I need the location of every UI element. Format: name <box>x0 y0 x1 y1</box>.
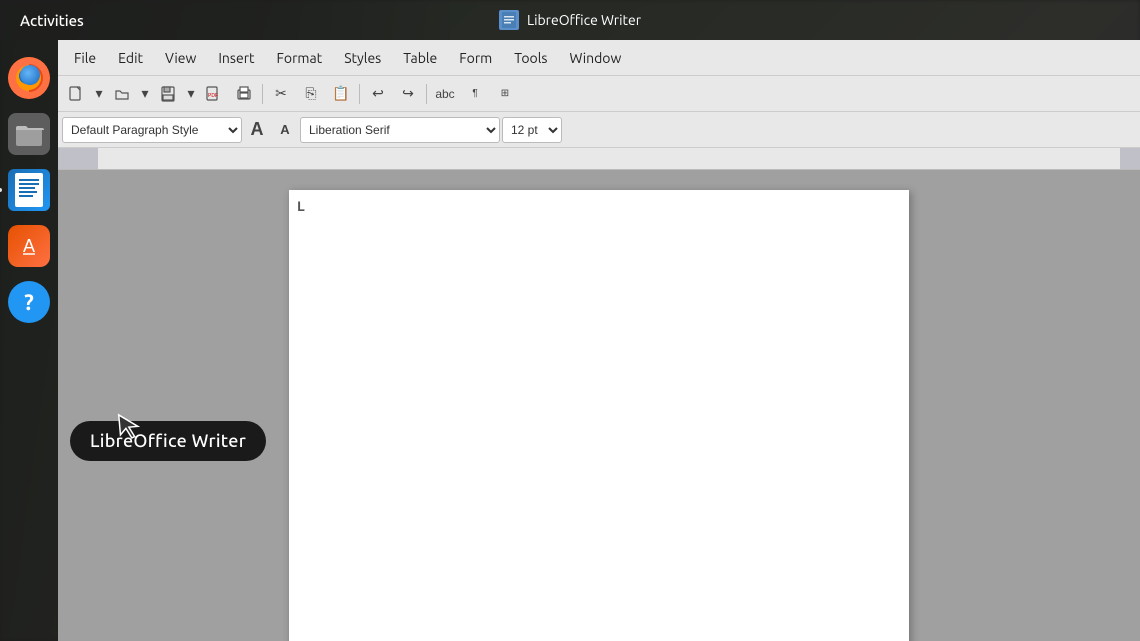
menu-file[interactable]: File <box>64 46 106 70</box>
btn-new[interactable] <box>62 80 90 108</box>
btn-open-dropdown[interactable]: ▾ <box>138 80 152 108</box>
btn-spellcheck[interactable]: abc <box>431 80 459 108</box>
font-size-select[interactable]: 12 pt <box>502 117 562 143</box>
menu-table[interactable]: Table <box>393 46 447 70</box>
font-name-select[interactable]: Liberation Serif <box>300 117 500 143</box>
btn-cut[interactable]: ✂ <box>267 80 295 108</box>
doc-icon-svg <box>502 12 516 28</box>
ruler <box>58 148 1140 170</box>
toolbar-sep-2 <box>359 84 360 104</box>
app-tooltip: LibreOffice Writer <box>70 421 266 461</box>
top-panel: Activities LibreOffice Writer <box>0 0 1140 40</box>
files-icon <box>8 113 50 155</box>
window-title-text: LibreOffice Writer <box>527 12 641 28</box>
svg-text:A: A <box>23 236 35 256</box>
dock-item-appstore[interactable]: A <box>6 223 52 269</box>
format-toolbar: Default Paragraph Style A A Liberation S… <box>58 112 1140 148</box>
btn-export-pdf[interactable]: PDF <box>200 80 228 108</box>
ruler-content <box>98 148 1120 169</box>
btn-save-dropdown[interactable]: ▾ <box>184 80 198 108</box>
ruler-marks <box>58 148 1140 169</box>
standard-toolbar: ▾ ▾ ▾ PDF ✂ ⎘ 📋 ↩ ↪ abc <box>58 76 1140 112</box>
files-svg <box>14 121 44 147</box>
menu-tools[interactable]: Tools <box>504 46 557 70</box>
help-question-mark: ? <box>24 290 34 315</box>
app-icon <box>499 10 519 30</box>
btn-undo[interactable]: ↩ <box>364 80 392 108</box>
ruler-margin-left <box>58 148 98 169</box>
btn-save[interactable] <box>154 80 182 108</box>
help-icon: ? <box>8 281 50 323</box>
cursor-svg <box>117 411 144 443</box>
menu-window[interactable]: Window <box>559 46 631 70</box>
dock-item-firefox[interactable] <box>6 55 52 101</box>
paragraph-style-select[interactable]: Default Paragraph Style <box>62 117 242 143</box>
menu-styles[interactable]: Styles <box>334 46 391 70</box>
menu-format[interactable]: Format <box>267 46 333 70</box>
btn-more-2[interactable]: ⊞ <box>491 80 519 108</box>
dock-item-files[interactable] <box>6 111 52 157</box>
toolbar-sep-3 <box>426 84 427 104</box>
firefox-svg <box>8 57 50 99</box>
btn-font-size-up[interactable]: A <box>244 117 270 143</box>
btn-more-1[interactable]: ¶ <box>461 80 489 108</box>
appstore-icon: A <box>8 225 50 267</box>
activities-button[interactable]: Activities <box>20 12 84 29</box>
btn-print-preview[interactable] <box>230 80 258 108</box>
menu-insert[interactable]: Insert <box>208 46 264 70</box>
writer-window: File Edit View Insert Format Styles Tabl… <box>58 40 1140 641</box>
ruler-margin-right <box>1120 148 1140 169</box>
toolbar-sep-1 <box>262 84 263 104</box>
dock: A ? <box>0 40 58 641</box>
writer-icon <box>8 169 50 211</box>
btn-font-size-down[interactable]: A <box>272 117 298 143</box>
svg-text:PDF: PDF <box>208 93 218 99</box>
dock-item-help[interactable]: ? <box>6 279 52 325</box>
doc-area[interactable]: L <box>58 170 1140 641</box>
doc-page: L <box>289 190 909 641</box>
btn-copy[interactable]: ⎘ <box>297 80 325 108</box>
dock-item-writer[interactable] <box>6 167 52 213</box>
btn-new-dropdown[interactable]: ▾ <box>92 80 106 108</box>
firefox-icon <box>8 57 50 99</box>
btn-paste[interactable]: 📋 <box>327 80 355 108</box>
corner-mark: L <box>297 198 305 214</box>
btn-redo[interactable]: ↪ <box>394 80 422 108</box>
window-title: LibreOffice Writer <box>499 10 641 30</box>
menu-view[interactable]: View <box>155 46 206 70</box>
appstore-svg: A <box>15 232 43 260</box>
menu-edit[interactable]: Edit <box>108 46 153 70</box>
mouse-cursor <box>117 411 144 447</box>
btn-open[interactable] <box>108 80 136 108</box>
menubar: File Edit View Insert Format Styles Tabl… <box>58 40 1140 76</box>
writer-svg <box>12 171 46 209</box>
menu-form[interactable]: Form <box>449 46 502 70</box>
